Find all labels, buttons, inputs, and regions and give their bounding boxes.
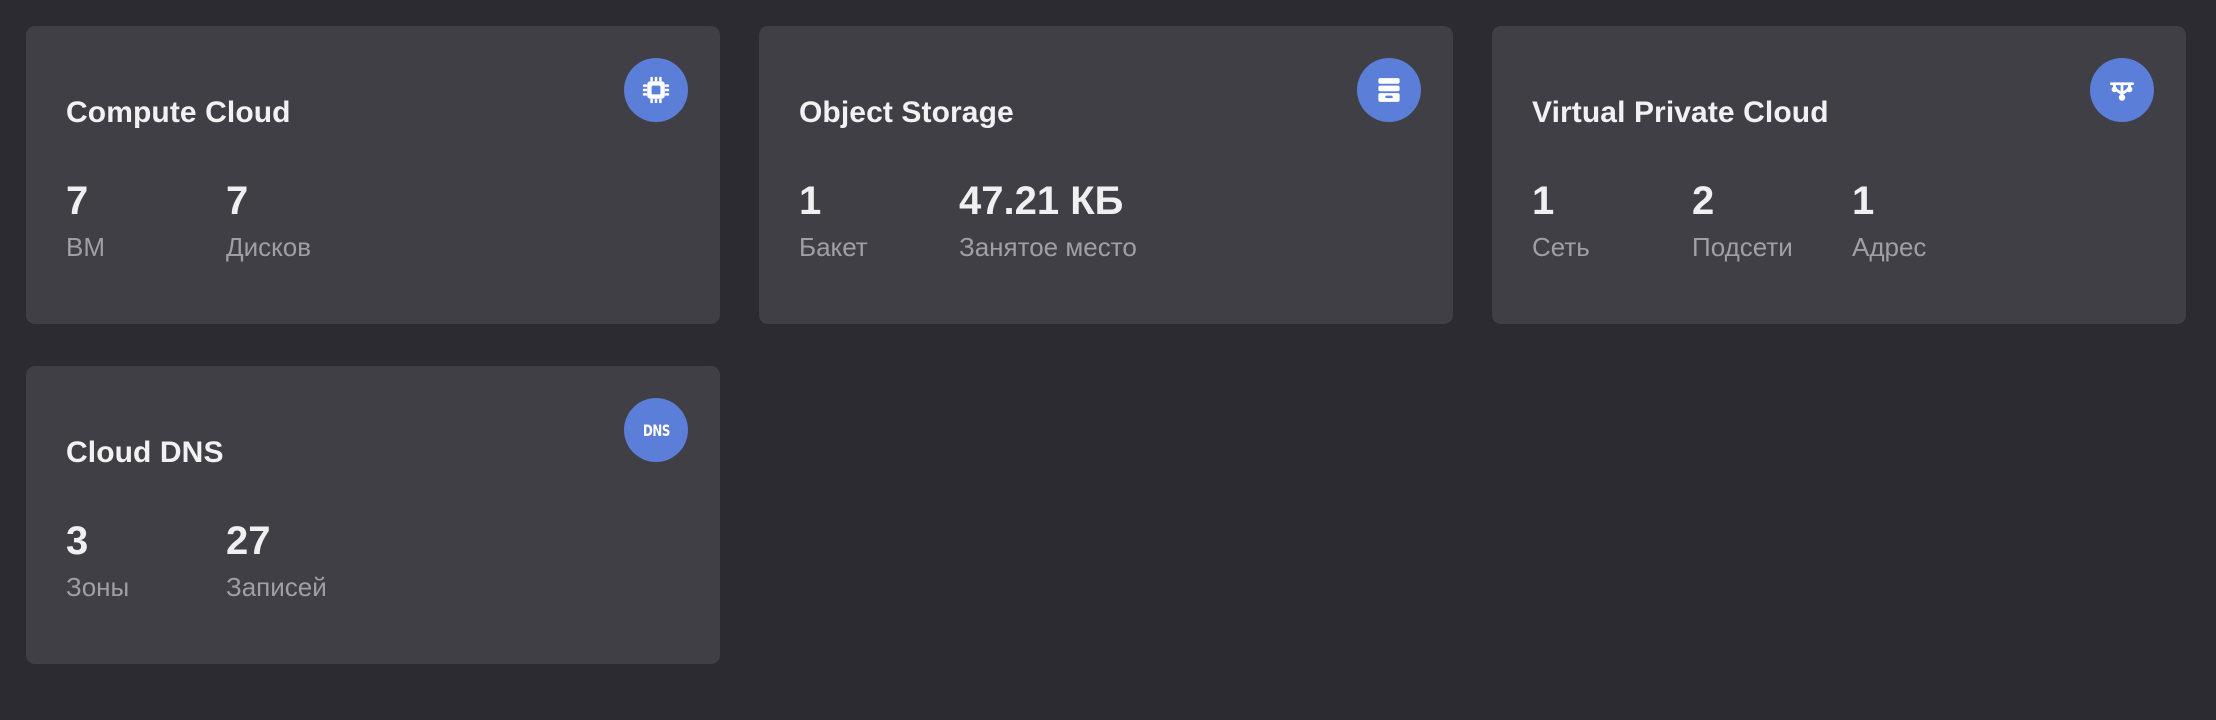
dns-icon-text: DNS — [642, 420, 670, 440]
stat-label: Бакет — [799, 232, 868, 262]
stat-value: 1 — [799, 179, 822, 223]
dns-icon: DNS — [624, 398, 688, 462]
card-title: Compute Cloud — [66, 96, 291, 129]
storage-box-icon — [1357, 58, 1421, 122]
card-cloud-dns[interactable]: Cloud DNS DNS 3 Зоны 27 Записей — [26, 366, 720, 664]
stat-value: 1 — [1532, 179, 1555, 223]
stat-value: 7 — [226, 179, 249, 223]
chip-icon — [624, 58, 688, 122]
stat-value: 3 — [66, 519, 89, 563]
stat-zones: 3 Зоны — [66, 516, 129, 604]
card-title: Cloud DNS — [66, 436, 224, 469]
stat-vm: 7 ВМ — [66, 176, 105, 264]
stat-label: Занятое место — [959, 232, 1137, 262]
stat-label: Дисков — [226, 232, 312, 262]
stat-value: 7 — [66, 179, 89, 223]
stat-label: Адрес — [1852, 232, 1927, 262]
card-compute-cloud[interactable]: Compute Cloud 7 ВМ 7 Дисков — [26, 26, 720, 324]
stat-records: 27 Записей — [226, 516, 327, 604]
stat-addresses: 1 Адрес — [1852, 176, 1926, 264]
stat-label: ВМ — [66, 232, 105, 262]
card-title: Object Storage — [799, 96, 1014, 129]
stat-disks: 7 Дисков — [226, 176, 311, 264]
network-icon — [2090, 58, 2154, 122]
card-object-storage[interactable]: Object Storage 1 Бакет 47.21 КБ Занятое … — [759, 26, 1453, 324]
stat-used-space: 47.21 КБ Занятое место — [959, 176, 1137, 264]
stat-label: Записей — [226, 572, 327, 602]
stat-value: 47.21 КБ — [959, 179, 1124, 223]
stat-networks: 1 Сеть — [1532, 176, 1590, 264]
stat-buckets: 1 Бакет — [799, 176, 868, 264]
stat-value: 27 — [226, 519, 271, 563]
stat-label: Подсети — [1692, 232, 1793, 262]
stat-value: 1 — [1852, 179, 1875, 223]
stat-subnets: 2 Подсети — [1692, 176, 1793, 264]
stat-value: 2 — [1692, 179, 1715, 223]
stat-label: Сеть — [1532, 232, 1590, 262]
card-title: Virtual Private Cloud — [1532, 96, 1829, 129]
stat-label: Зоны — [66, 572, 130, 602]
card-virtual-private-cloud[interactable]: Virtual Private Cloud 1 Сеть 2 Подсети 1 — [1492, 26, 2186, 324]
